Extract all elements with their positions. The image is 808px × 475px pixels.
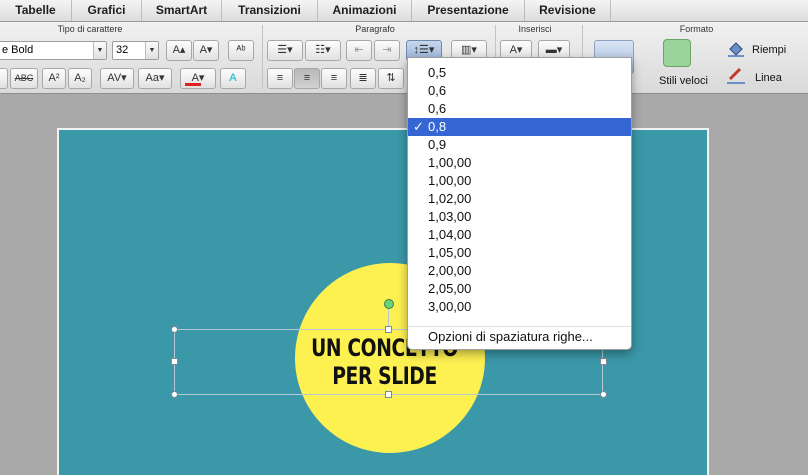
subscript-button[interactable]: A₂: [68, 68, 92, 89]
font-name-value: e Bold: [2, 44, 34, 56]
align-center-icon: ≡: [303, 72, 311, 84]
strikethrough-button[interactable]: ABC: [10, 68, 38, 89]
tab-revisione[interactable]: Revisione: [525, 0, 611, 21]
slide-title-line-2[interactable]: PER SLIDE: [132, 362, 637, 390]
picture-icon: ▬▾: [545, 44, 563, 56]
menu-item-spacing[interactable]: 1,04,00: [408, 226, 631, 244]
resize-handle-bottom[interactable]: [385, 391, 392, 398]
menu-item-spacing[interactable]: 1,00,00: [408, 172, 631, 190]
character-spacing-button[interactable]: AV▾: [100, 68, 134, 89]
font-size-field[interactable]: 32 ▼: [112, 41, 159, 60]
resize-handle-top[interactable]: [385, 326, 392, 333]
menu-item-spacing[interactable]: 0,6: [408, 82, 631, 100]
resize-handle-right[interactable]: [600, 358, 607, 365]
font-color-button[interactable]: A▾: [180, 68, 216, 89]
change-case-icon: Aa▾: [145, 72, 165, 84]
tab-animazioni[interactable]: Animazioni: [318, 0, 412, 21]
change-case-button[interactable]: Aa▾: [138, 68, 172, 89]
menu-item-spacing[interactable]: 1,05,00: [408, 244, 631, 262]
line-spacing-options-item[interactable]: Opzioni di spaziatura righe...: [408, 328, 631, 346]
align-left-button[interactable]: ≡: [267, 68, 293, 89]
eraser-icon: ᴬᵇ: [236, 44, 246, 56]
group-title-insert: Inserisci: [518, 24, 552, 34]
menu-separator: [408, 326, 631, 327]
columns-icon: ▥▾: [461, 44, 477, 56]
resize-handle-top-left[interactable]: [171, 326, 178, 333]
menu-item-spacing-selected[interactable]: ✓ 0,8: [408, 118, 631, 136]
group-divider: [262, 25, 263, 89]
outdent-icon: ⇤: [354, 44, 364, 56]
text-direction-button[interactable]: ⇅: [378, 68, 404, 89]
group-title-paragraph: Paragrafo: [355, 24, 395, 34]
menu-item-spacing[interactable]: 2,00,00: [408, 262, 631, 280]
fill-bucket-icon[interactable]: [726, 41, 746, 57]
quick-styles-label[interactable]: Stili veloci: [659, 75, 708, 87]
indent-icon: ⇥: [382, 44, 392, 56]
justify-button[interactable]: ≣: [350, 68, 376, 89]
justify-icon: ≣: [358, 72, 368, 84]
strikethrough-icon: ABC: [14, 73, 34, 83]
shrink-font-icon: A▾: [199, 44, 213, 56]
line-label[interactable]: Linea: [755, 72, 782, 84]
rotation-handle[interactable]: [384, 299, 394, 309]
align-left-icon: ≡: [276, 72, 284, 84]
line-pen-icon[interactable]: [726, 67, 746, 85]
ribbon: Tipo di carattere Paragrafo Inserisci Fo…: [0, 22, 808, 94]
tab-grafici[interactable]: Grafici: [72, 0, 142, 21]
grow-font-button[interactable]: A▴: [166, 40, 192, 61]
superscript-icon: A²: [48, 72, 60, 84]
clear-format-button[interactable]: ᴬᵇ: [228, 40, 254, 61]
font-size-value: 32: [116, 44, 129, 56]
bullets-button[interactable]: ☰▾: [267, 40, 303, 61]
align-center-button[interactable]: ≡: [294, 68, 320, 89]
line-spacing-icon: ↕☰▾: [413, 44, 435, 56]
menu-item-spacing[interactable]: 0,6: [408, 100, 631, 118]
ribbon-tab-bar: Tabelle Grafici SmartArt Transizioni Ani…: [0, 0, 808, 22]
menu-item-spacing[interactable]: 1,00,00: [408, 154, 631, 172]
tab-smartart[interactable]: SmartArt: [142, 0, 222, 21]
group-title-format: Formato: [679, 24, 714, 34]
shrink-font-button[interactable]: A▾: [193, 40, 219, 61]
superscript-button[interactable]: A²: [42, 68, 66, 89]
menu-item-spacing[interactable]: 2,05,00: [408, 280, 631, 298]
chevron-down-icon[interactable]: ▼: [93, 42, 106, 59]
bullet-list-icon: ☰▾: [277, 44, 293, 56]
text-box-icon: A▾: [509, 44, 523, 56]
resize-handle-bottom-left[interactable]: [171, 391, 178, 398]
tab-presentazione[interactable]: Presentazione: [412, 0, 525, 21]
font-name-field[interactable]: e Bold ▼: [0, 41, 107, 60]
text-direction-icon: ⇅: [386, 72, 396, 84]
chevron-down-icon[interactable]: ▼: [145, 42, 158, 59]
checkmark-icon: ✓: [413, 119, 424, 134]
subscript-icon: A₂: [74, 72, 86, 84]
resize-handle-bottom-right[interactable]: [600, 391, 607, 398]
menu-item-spacing[interactable]: 3,00,00: [408, 298, 631, 316]
increase-indent-button[interactable]: ⇥: [374, 40, 400, 61]
quick-styles-swatch[interactable]: [663, 39, 691, 67]
fill-label[interactable]: Riempi: [752, 44, 786, 56]
font-color-swatch: [185, 83, 201, 86]
resize-handle-left[interactable]: [171, 358, 178, 365]
grow-font-icon: A▴: [172, 44, 186, 56]
menu-item-spacing[interactable]: 0,9: [408, 136, 631, 154]
menu-item-spacing[interactable]: 1,03,00: [408, 208, 631, 226]
group-title-font: Tipo di carattere: [57, 24, 123, 34]
menu-item-spacing[interactable]: 0,5: [408, 64, 631, 82]
tab-transizioni[interactable]: Transizioni: [222, 0, 318, 21]
decrease-indent-button[interactable]: ⇤: [346, 40, 372, 61]
numbering-button[interactable]: ☷▾: [305, 40, 341, 61]
tab-tabelle[interactable]: Tabelle: [0, 0, 72, 21]
strikethrough-partial-button[interactable]: [0, 68, 8, 89]
line-spacing-menu: 0,5 0,6 0,6 ✓ 0,8 0,9 1,00,00 1,00,00 1,…: [407, 57, 632, 350]
align-right-icon: ≡: [330, 72, 338, 84]
text-effects-button[interactable]: A: [220, 68, 246, 89]
align-right-button[interactable]: ≡: [321, 68, 347, 89]
text-effects-icon: A: [229, 72, 237, 84]
numbered-list-icon: ☷▾: [315, 44, 331, 56]
menu-item-spacing[interactable]: 1,02,00: [408, 190, 631, 208]
character-spacing-icon: AV▾: [107, 72, 127, 84]
